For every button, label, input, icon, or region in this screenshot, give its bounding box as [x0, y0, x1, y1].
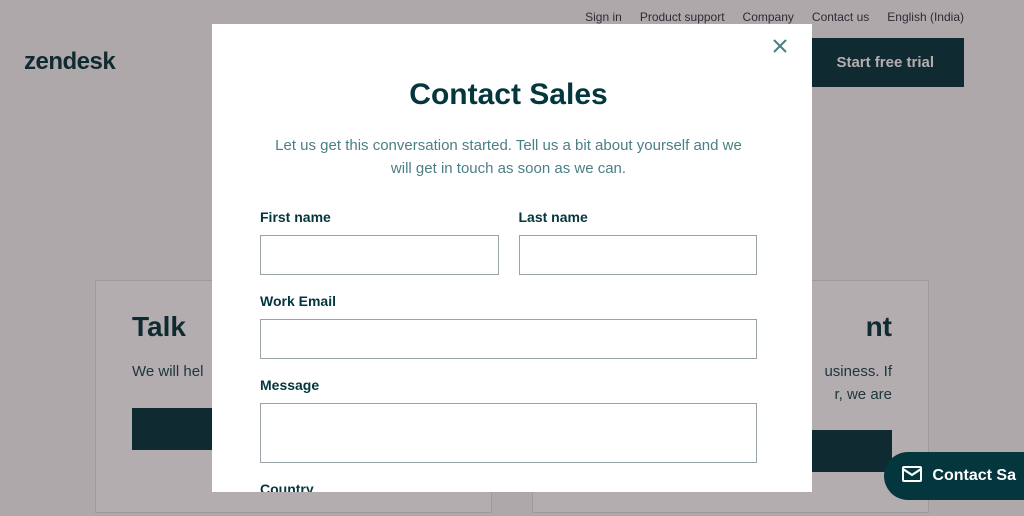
last-name-input[interactable]	[519, 235, 758, 275]
modal-scroll-area[interactable]: Contact Sales Let us get this conversati…	[212, 24, 812, 492]
contact-sales-fab-label: Contact Sa	[932, 467, 1016, 485]
modal-intro: Let us get this conversation started. Te…	[270, 134, 747, 181]
message-textarea[interactable]	[260, 403, 757, 463]
first-name-label: First name	[260, 209, 499, 225]
work-email-label: Work Email	[260, 293, 757, 309]
contact-sales-fab[interactable]: Contact Sa	[884, 452, 1024, 500]
modal-title: Contact Sales	[260, 78, 757, 112]
last-name-label: Last name	[519, 209, 758, 225]
message-label: Message	[260, 377, 757, 393]
mail-icon	[902, 466, 922, 487]
close-icon[interactable]	[770, 36, 790, 56]
country-label: Country	[260, 481, 757, 493]
modal-overlay[interactable]: Contact Sales Let us get this conversati…	[0, 0, 1024, 516]
contact-sales-modal: Contact Sales Let us get this conversati…	[212, 24, 812, 492]
work-email-input[interactable]	[260, 319, 757, 359]
first-name-input[interactable]	[260, 235, 499, 275]
